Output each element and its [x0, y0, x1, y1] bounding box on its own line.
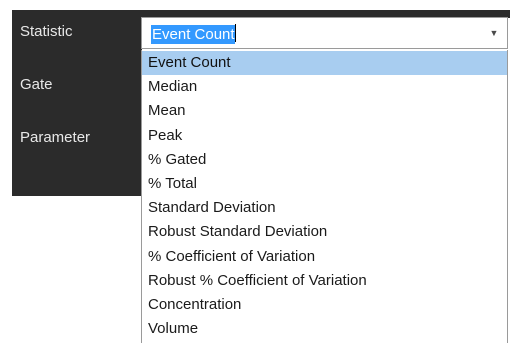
dropdown-option[interactable]: Mean: [142, 99, 507, 123]
dropdown-option[interactable]: Event Count: [142, 51, 507, 76]
text-cursor: [234, 24, 236, 42]
dropdown-option[interactable]: Standard Deviation: [142, 196, 507, 220]
dropdown-option[interactable]: Peak: [142, 124, 507, 148]
dropdown-option[interactable]: Robust Standard Deviation: [142, 220, 507, 244]
dropdown-option[interactable]: % Gated: [142, 148, 507, 172]
statistic-combobox-value-wrapper[interactable]: Event Count: [151, 24, 236, 44]
dropdown-option[interactable]: Concentration: [142, 293, 507, 317]
statistic-combobox[interactable]: Event Count ▼: [141, 17, 508, 49]
statistic-settings-panel: Statistic Gate Parameter Event Count ▼ E…: [0, 0, 512, 343]
dropdown-option[interactable]: Median: [142, 75, 507, 99]
statistic-dropdown-list[interactable]: Event Count Median Mean Peak% Gated% Total S…: [141, 50, 508, 343]
dropdown-option[interactable]: % Total: [142, 172, 507, 196]
dropdown-option[interactable]: % Coefficient of Variation: [142, 245, 507, 269]
chevron-down-icon[interactable]: ▼: [487, 25, 501, 41]
dropdown-option[interactable]: Robust % Coefficient of Variation: [142, 269, 507, 293]
statistic-label: Statistic: [20, 23, 73, 40]
parameter-label: Parameter: [20, 129, 91, 146]
dropdown-option[interactable]: Volume: [142, 317, 507, 341]
gate-label: Gate: [20, 76, 53, 93]
statistic-combobox-value[interactable]: Event Count: [151, 25, 235, 44]
